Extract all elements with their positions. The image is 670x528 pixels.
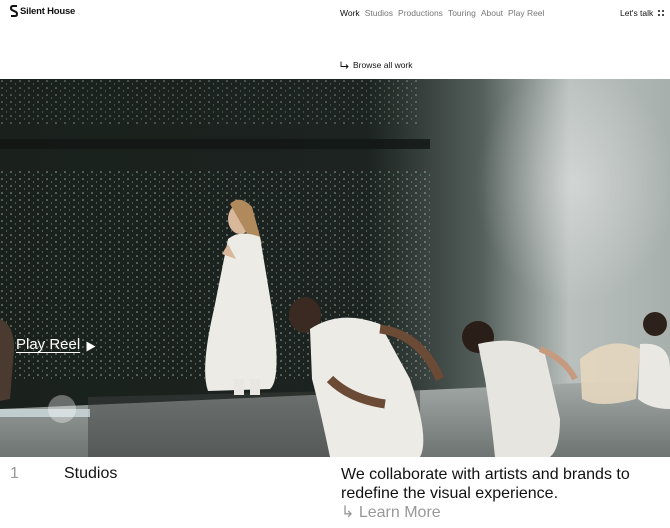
browse-all-work-link[interactable]: Browse all work [340,60,413,70]
studios-section: 1 Studios We collaborate with artists an… [0,457,670,528]
nav-item-work[interactable]: Work [340,8,360,18]
nav-item-productions[interactable]: Productions [398,8,443,18]
section-title: Studios [64,465,118,482]
grid-dot [662,14,664,16]
section-tagline: We collaborate with artists and brands t… [341,465,661,522]
lets-talk-link[interactable]: Let's talk [620,8,653,18]
play-reel-label: Play Reel [16,336,81,353]
site-header: Silent House Work Studios Productions To… [0,0,670,28]
play-reel-button[interactable]: Play Reel [16,336,96,353]
arrow-down-right-icon [340,61,349,70]
browse-label: Browse all work [353,60,413,70]
learn-more-label: Learn More [358,504,441,521]
logo-mark-icon [10,5,18,17]
main-nav: Work Studios Productions Touring About P… [340,8,544,18]
learn-more-link[interactable]: ↳ Learn More [341,504,441,521]
hero-image [0,79,670,457]
play-triangle-icon [86,339,96,352]
grid-dot [658,10,660,12]
grid-dot [658,14,660,16]
logo[interactable]: Silent House [10,5,75,17]
tagline-text: We collaborate with artists and brands t… [341,466,630,502]
nav-item-play-reel[interactable]: Play Reel [508,8,544,18]
hero-video[interactable]: Play Reel [0,79,670,457]
logo-text: Silent House [20,5,76,17]
learn-more-arrow-icon: ↳ [341,504,355,521]
nav-item-studios[interactable]: Studios [365,8,393,18]
nav-item-about[interactable]: About [481,8,503,18]
nav-item-touring[interactable]: Touring [448,8,476,18]
grid-dots-icon[interactable] [658,10,664,16]
section-number: 1 [10,465,19,482]
grid-dot [662,10,664,12]
